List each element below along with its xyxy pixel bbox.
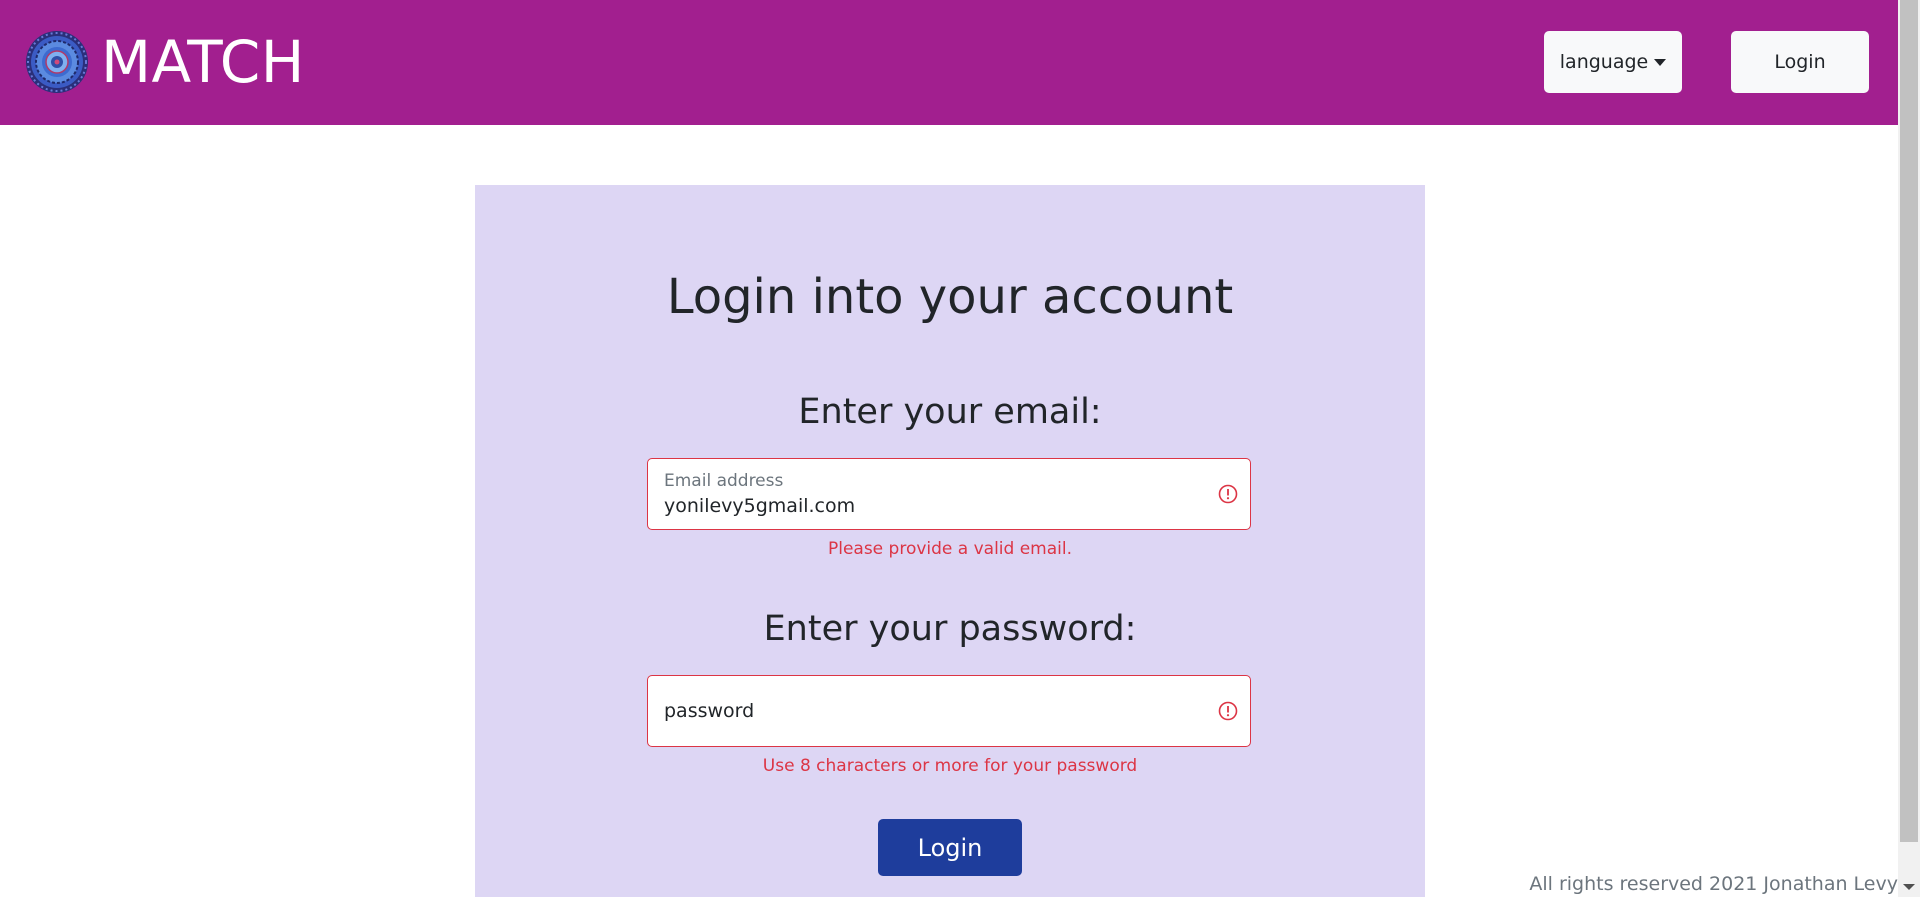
mandala-logo-icon <box>26 31 88 93</box>
password-section-label: Enter your password: <box>763 609 1137 649</box>
caret-down-icon <box>1654 59 1667 66</box>
email-field[interactable]: Email address yonilevy5gmail.com <box>647 458 1251 530</box>
nav-login-button[interactable]: Login <box>1731 31 1869 93</box>
language-label: language <box>1559 51 1649 73</box>
brand-name: MATCH <box>101 28 305 96</box>
language-dropdown-button[interactable]: language <box>1544 31 1682 93</box>
scroll-down-arrow-icon[interactable] <box>1903 884 1915 890</box>
email-floating-label: Email address <box>664 471 784 491</box>
brand[interactable]: MATCH <box>25 30 305 94</box>
login-card: Login into your account Enter your email… <box>475 185 1425 897</box>
submit-label: Login <box>917 833 983 862</box>
vertical-scrollbar[interactable] <box>1898 0 1920 897</box>
page-title: Login into your account <box>666 269 1234 325</box>
login-submit-button[interactable]: Login <box>878 819 1022 876</box>
email-error-message: Please provide a valid email. <box>827 539 1073 559</box>
error-icon <box>1218 484 1238 504</box>
password-error-message: Use 8 characters or more for your passwo… <box>762 756 1138 776</box>
scrollbar-thumb[interactable] <box>1900 0 1918 842</box>
password-field[interactable]: password <box>647 675 1251 747</box>
error-icon <box>1218 701 1238 721</box>
footer-copyright: All rights reserved 2021 Jonathan Levy <box>1529 873 1898 895</box>
password-input-value[interactable]: password <box>664 700 754 722</box>
nav-login-label: Login <box>1774 51 1826 73</box>
email-section-label: Enter your email: <box>798 392 1102 432</box>
email-input-value[interactable]: yonilevy5gmail.com <box>664 495 855 517</box>
top-navbar: MATCH language Login <box>0 0 1898 125</box>
